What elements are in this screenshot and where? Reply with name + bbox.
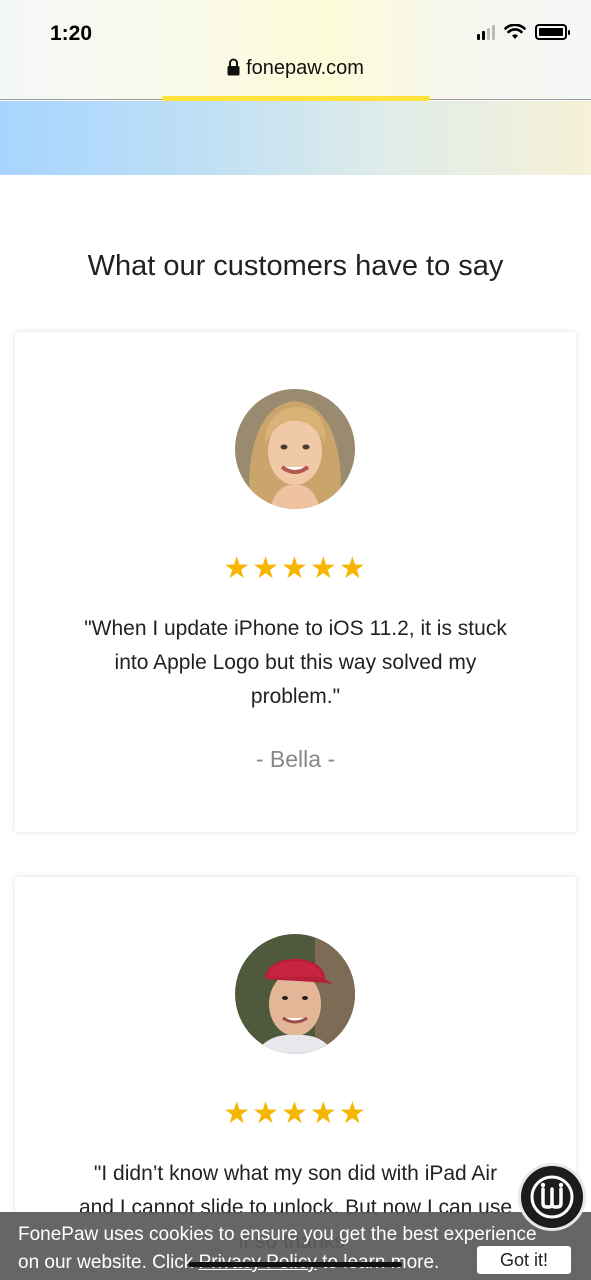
status-icons	[477, 24, 570, 40]
address-bar[interactable]: fonepaw.com	[0, 57, 591, 80]
chat-widget-icon[interactable]	[518, 1163, 586, 1231]
star-rating: ★★★★★	[223, 1097, 368, 1130]
cookie-banner: FonePaw uses cookies to ensure you get t…	[0, 1212, 591, 1280]
signal-icon	[477, 24, 495, 40]
testimonial-author: - Bella -	[255, 746, 336, 772]
testimonial-quote: "When I update iPhone to iOS 11.2, it is…	[84, 617, 507, 708]
avatar	[235, 934, 355, 1054]
home-indicator	[188, 1262, 402, 1267]
avatar	[235, 389, 355, 509]
url-text: fonepaw.com	[246, 57, 364, 79]
status-time: 1:20	[50, 22, 93, 45]
battery-icon	[535, 24, 570, 40]
cookie-text-line2-prefix: on our website. Click	[18, 1252, 199, 1273]
section-heading: What our customers have to say	[87, 250, 504, 282]
chat-widget-glyph	[530, 1175, 574, 1219]
got-it-button[interactable]: Got it!	[477, 1246, 571, 1274]
browser-top-bar: 1:20 fonepaw.com	[0, 0, 591, 100]
wifi-icon	[504, 24, 526, 39]
page-banner	[0, 101, 591, 175]
testimonial-card: ★★★★★ "When I update iPhone to iOS 11.2,…	[15, 332, 576, 832]
lock-icon	[227, 58, 240, 76]
star-rating: ★★★★★	[223, 552, 368, 585]
cookie-text-line1: FonePaw uses cookies to ensure you get t…	[18, 1224, 537, 1245]
